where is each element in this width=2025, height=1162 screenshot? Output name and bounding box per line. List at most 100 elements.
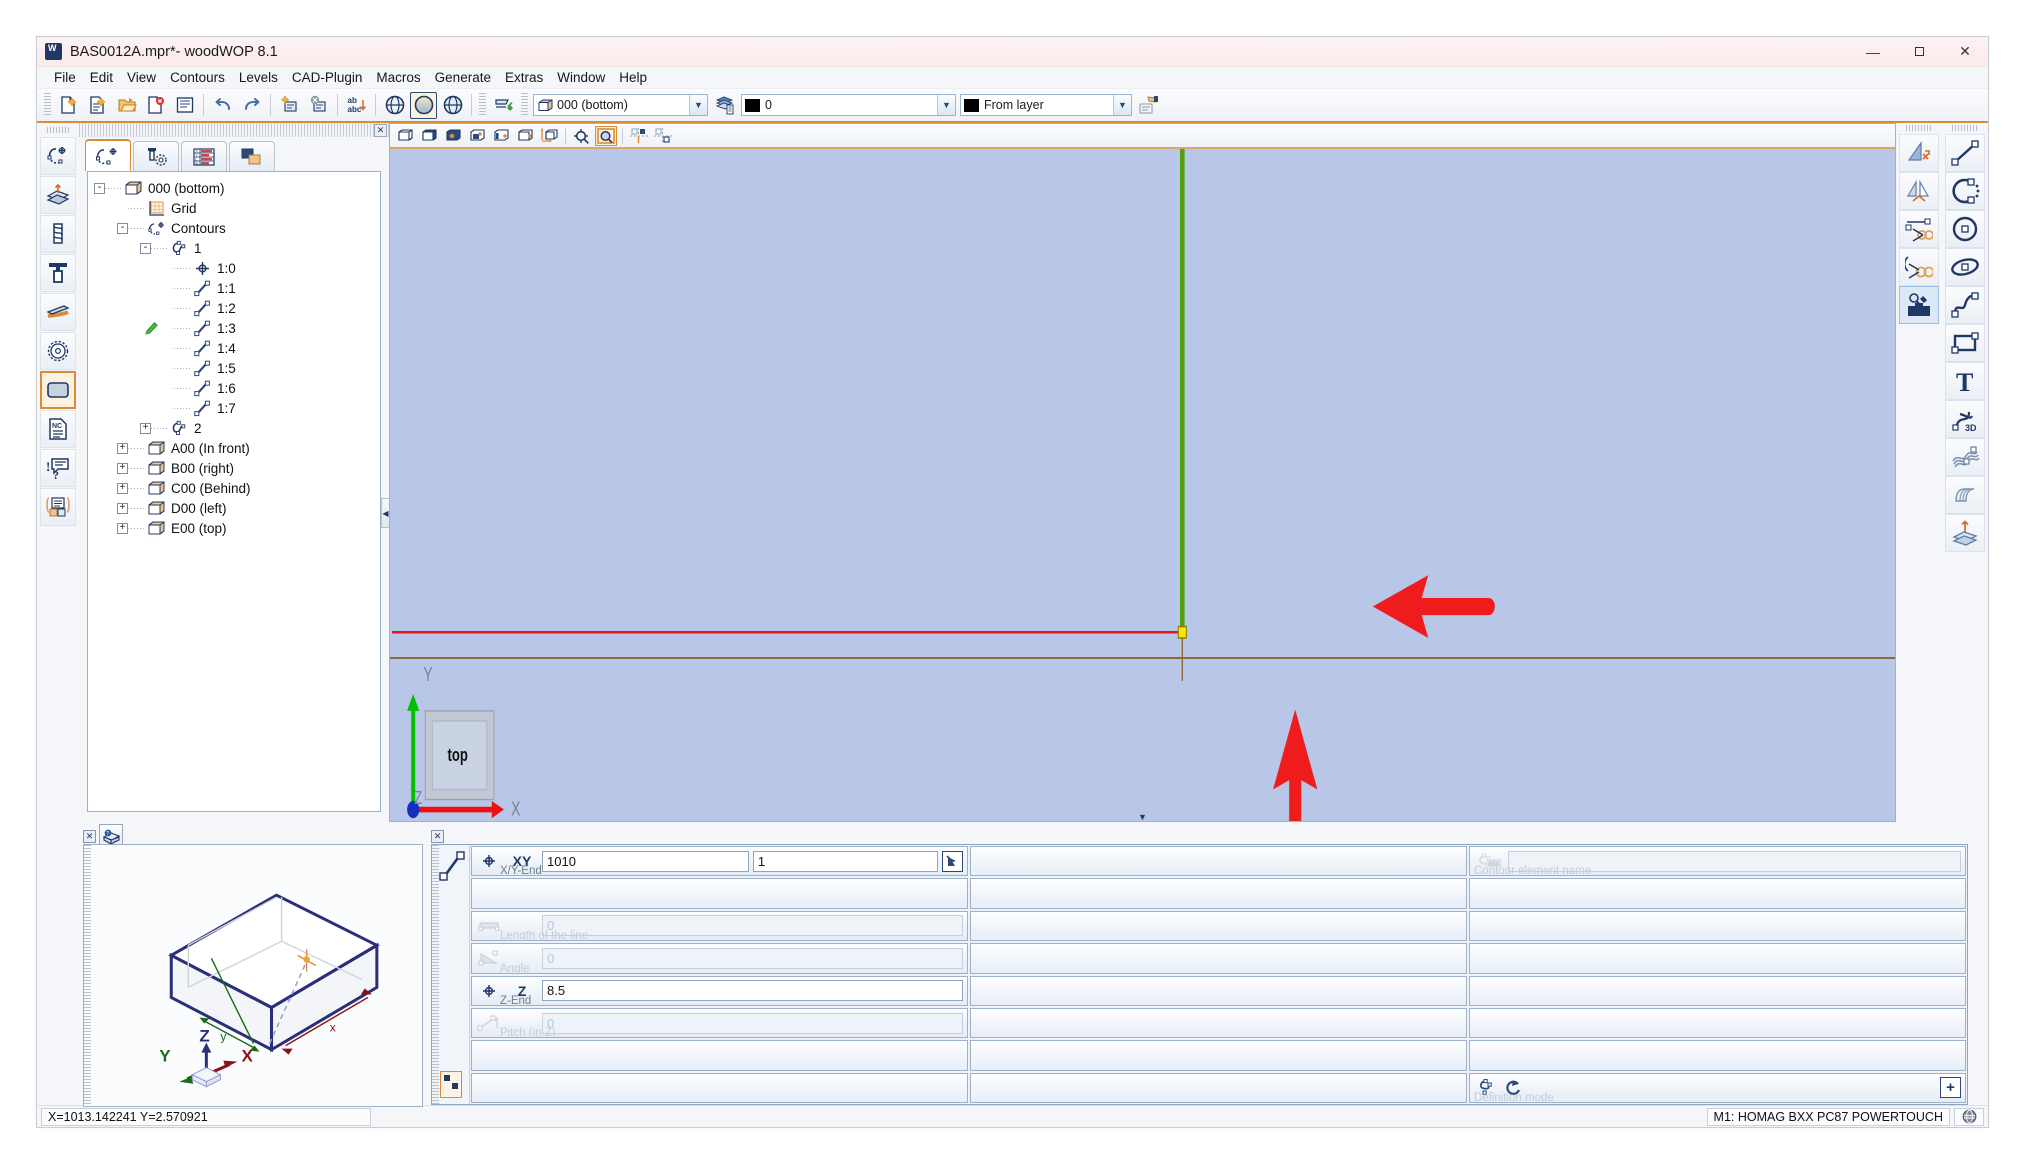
view-3d-shaded-icon[interactable] [410, 92, 437, 119]
tree-expander[interactable]: + [117, 463, 128, 474]
machine-status-icon[interactable] [1954, 1108, 1984, 1126]
menu-cad-plugin[interactable]: CAD-Plugin [285, 68, 370, 87]
menu-contours[interactable]: Contours [163, 68, 232, 87]
param-pitch-z[interactable]: 0Pitch (in Z) [471, 1008, 968, 1038]
param-xy-end-value-0[interactable]: 1010 [542, 851, 749, 872]
tree-expander[interactable]: + [117, 503, 128, 514]
param-definition-mode[interactable]: Definition mode+ [1469, 1073, 1966, 1103]
cad-viewport[interactable]: top Z X Y [389, 147, 1896, 822]
redo-icon[interactable] [238, 92, 265, 119]
simulation-icon[interactable] [490, 92, 517, 119]
menu-help[interactable]: Help [612, 68, 654, 87]
object-tree[interactable]: -000 (bottom)Grid-Contours-11:01:11:21:3… [87, 171, 381, 812]
definition-mode-toggle-icon[interactable] [440, 1071, 462, 1098]
tree-node-grid[interactable]: Grid [88, 198, 380, 218]
linetype-combo[interactable]: From layer ▼ [960, 94, 1132, 116]
trim-curve-tool-icon[interactable] [1899, 248, 1939, 286]
tab-machining[interactable] [133, 141, 179, 171]
text-variables-icon[interactable]: ababc [343, 92, 370, 119]
workpiece-preview-body[interactable]: x y [83, 844, 423, 1107]
tree-panel-titlebar[interactable]: ✕ [79, 123, 389, 137]
view-3d-full-icon[interactable] [381, 92, 408, 119]
tree-node-level-b00[interactable]: +B00 (right) [88, 458, 380, 478]
new-from-template-icon[interactable] [84, 92, 111, 119]
tree-node-element-1-5[interactable]: 1:5 [88, 358, 380, 378]
toolbar-grip[interactable] [44, 93, 51, 117]
tree-expander[interactable]: + [140, 423, 151, 434]
menu-edit[interactable]: Edit [83, 68, 120, 87]
tree-node-level-a00[interactable]: +A00 (In front) [88, 438, 380, 458]
zoom-fit-icon[interactable] [571, 126, 593, 146]
variable-list-icon[interactable] [40, 488, 76, 526]
draw-spline-icon[interactable] [1945, 286, 1985, 324]
params-grip[interactable] [432, 845, 439, 1104]
chevron-down-icon[interactable]: ▼ [1113, 95, 1131, 115]
layers-stack-icon[interactable] [711, 92, 738, 119]
tree-node-element-1-2[interactable]: 1:2 [88, 298, 380, 318]
left-strip-grip[interactable] [47, 127, 69, 133]
view-right-icon[interactable] [466, 126, 488, 146]
maximize-button[interactable] [1896, 37, 1942, 66]
menu-file[interactable]: File [47, 68, 83, 87]
snap-origin-icon[interactable] [652, 126, 674, 146]
tree-node-level-d00[interactable]: +D00 (left) [88, 498, 380, 518]
sawing-tool-icon[interactable] [40, 293, 76, 331]
draw-arc-icon[interactable] [1945, 172, 1985, 210]
menu-window[interactable]: Window [550, 68, 612, 87]
draw-tube-icon[interactable] [1945, 476, 1985, 514]
menu-macros[interactable]: Macros [369, 68, 427, 87]
tree-node-element-1-1[interactable]: 1:1 [88, 278, 380, 298]
properties-brush-icon[interactable] [1135, 92, 1162, 119]
right-strip-a-grip[interactable] [1906, 125, 1932, 131]
view-behind-icon[interactable] [514, 126, 536, 146]
close-button[interactable]: ✕ [1942, 37, 1988, 66]
chevron-down-icon[interactable]: ▼ [689, 95, 707, 115]
tree-node-element-1-3[interactable]: 1:3 [88, 318, 380, 338]
tab-variables[interactable]: XYLB [181, 141, 227, 171]
nc-macro-icon[interactable]: NC [40, 410, 76, 448]
undo-icon[interactable] [209, 92, 236, 119]
draw-rectangle-icon[interactable] [1945, 324, 1985, 362]
tree-expander[interactable]: - [140, 243, 151, 254]
toolbar-grip-3[interactable] [521, 93, 528, 117]
mirror-copy-tool-icon[interactable] [1899, 172, 1939, 210]
tree-node-element-1-0[interactable]: 1:0 [88, 258, 380, 278]
color-combo[interactable]: 0 ▼ [741, 94, 956, 116]
viewport-canvas[interactable]: top Z X Y [390, 149, 1895, 821]
zoom-window-icon[interactable] [595, 126, 617, 146]
preview-grip[interactable] [84, 845, 91, 1106]
tree-node-level-e00[interactable]: +E00 (top) [88, 518, 380, 538]
tree-panel-close-icon[interactable]: ✕ [374, 124, 387, 137]
tree-expander[interactable]: - [94, 183, 105, 194]
param-line-length[interactable]: 0Length of the line [471, 911, 968, 941]
open-program-icon[interactable] [113, 92, 140, 119]
contours-tool-icon[interactable] [40, 137, 76, 175]
add-parameter-button[interactable]: + [1940, 1077, 1961, 1098]
param-z-end-value-0[interactable]: 8.5 [542, 980, 963, 1001]
preview-close-icon[interactable]: ✕ [83, 830, 96, 843]
close-program-icon[interactable] [142, 92, 169, 119]
right-strip-b-grip[interactable] [1952, 125, 1978, 131]
chevron-down-icon[interactable]: ▼ [937, 95, 955, 115]
param-z-end[interactable]: Z8.5Z-End [471, 976, 968, 1006]
milling-tool-icon[interactable] [40, 254, 76, 292]
params-close-icon[interactable]: ✕ [431, 830, 444, 843]
param-xy-end[interactable]: XY10101X/Y-End [471, 846, 968, 876]
menu-view[interactable]: View [120, 68, 163, 87]
menu-levels[interactable]: Levels [232, 68, 285, 87]
tab-contours[interactable] [85, 139, 131, 171]
toolbar-grip-2[interactable] [479, 93, 486, 117]
comment-help-icon[interactable]: !? [40, 449, 76, 487]
tree-node-contour-1[interactable]: -1 [88, 238, 380, 258]
param-xy-end-value-1[interactable]: 1 [753, 851, 938, 872]
view-left-icon[interactable] [490, 126, 512, 146]
view-3d-wire-icon[interactable] [439, 92, 466, 119]
pick-point-icon[interactable] [942, 851, 963, 872]
tree-node-level-000[interactable]: -000 (bottom) [88, 178, 380, 198]
draw-text-icon[interactable]: T [1945, 362, 1985, 400]
toolbox-tool-icon[interactable] [1899, 286, 1939, 324]
tree-node-element-1-7[interactable]: 1:7 [88, 398, 380, 418]
view-top-icon[interactable] [418, 126, 440, 146]
tree-node-contour-2[interactable]: +2 [88, 418, 380, 438]
draw-line-icon[interactable] [1945, 134, 1985, 172]
